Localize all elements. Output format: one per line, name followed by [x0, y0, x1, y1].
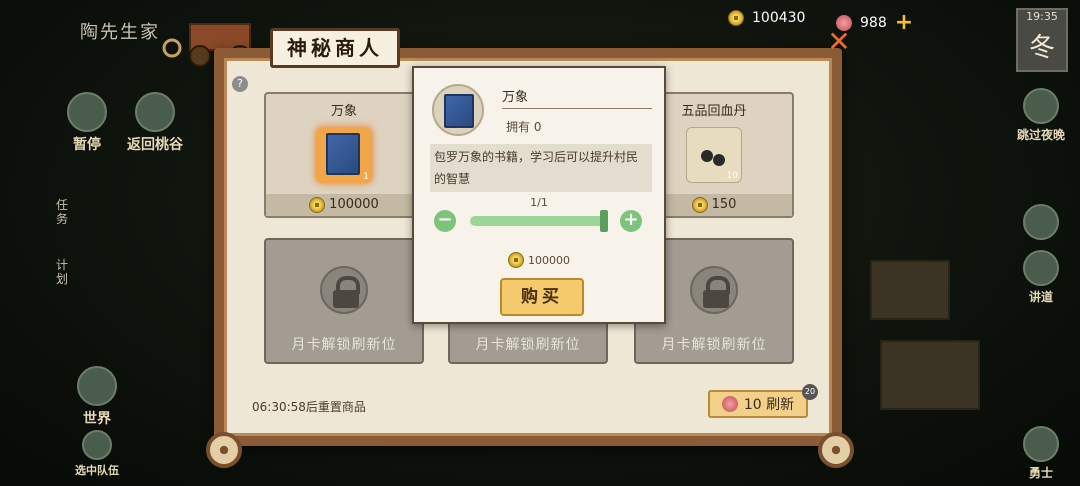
player-name: 陶先生家 — [80, 22, 160, 43]
divider — [502, 108, 652, 109]
increase-button[interactable]: + — [620, 210, 642, 232]
lock-icon — [320, 266, 368, 314]
valley-icon — [135, 92, 175, 132]
item-title: 万象 — [502, 90, 529, 105]
coin-counter: 100430 — [728, 10, 805, 26]
refresh-button[interactable]: 10 刷新 — [708, 390, 808, 418]
quantity-slider[interactable] — [470, 216, 606, 226]
close-button[interactable]: ✕ — [826, 28, 852, 56]
book-icon — [444, 94, 474, 128]
season-label: 冬 — [1028, 33, 1055, 63]
gem-icon — [721, 396, 738, 412]
warrior-button[interactable]: 勇士 — [1006, 426, 1076, 481]
select-team-button[interactable]: 选中队伍 — [62, 430, 132, 478]
refresh-count-badge: 20 — [802, 384, 818, 400]
coin-icon — [508, 252, 524, 268]
warrior-icon — [1023, 426, 1059, 462]
cart-wheel-icon — [818, 432, 854, 468]
flower-button[interactable] — [1006, 204, 1076, 242]
book-icon: 1 — [316, 127, 372, 183]
buy-button[interactable]: 购买 — [500, 278, 584, 316]
lock-icon — [690, 266, 738, 314]
shop-slot-wanxiang[interactable]: 万象 1 100000 — [264, 92, 424, 218]
total-cost: 100000 — [414, 252, 664, 268]
preach-button[interactable]: 讲道 — [1006, 250, 1076, 305]
owned-count: 拥有 0 — [506, 120, 542, 134]
tab-tasks[interactable]: 任务 — [56, 198, 70, 226]
moon-icon — [1023, 88, 1059, 124]
item-detail-popup: 万象 拥有 0 包罗万象的书籍，学习后可以提升村民的智慧 1/1 − + 100… — [412, 66, 666, 324]
slot-item-name: 万象 — [330, 104, 357, 119]
pause-icon — [67, 92, 107, 132]
decrease-button[interactable]: − — [434, 210, 456, 232]
return-valley-button[interactable]: 返回桃谷 — [120, 92, 190, 154]
world-button[interactable]: 世界 — [62, 366, 132, 428]
shop-title: 神秘商人 — [270, 28, 400, 68]
background-building — [870, 260, 950, 320]
item-description: 包罗万象的书籍，学习后可以提升村民的智慧 — [430, 144, 652, 192]
bell-icon — [1023, 250, 1059, 286]
season-clock: 19:35 冬 — [1016, 8, 1068, 72]
pause-button[interactable]: 暂停 — [52, 92, 122, 154]
locked-slot[interactable]: 月卡解锁刷新位 — [264, 238, 424, 364]
help-button[interactable]: ? — [232, 76, 248, 92]
pill-icon: 10 — [686, 127, 742, 183]
add-gems-button[interactable]: + — [895, 10, 913, 35]
world-icon — [77, 366, 117, 406]
slider-handle[interactable] — [600, 210, 608, 232]
team-icon — [82, 430, 112, 460]
coin-icon — [309, 197, 326, 213]
coin-icon — [691, 197, 708, 213]
tab-plans[interactable]: 计划 — [56, 258, 70, 286]
background-building — [880, 340, 980, 410]
clock-time: 19:35 — [1026, 10, 1058, 23]
cart-wheel-icon — [206, 432, 242, 468]
skip-night-button[interactable]: 跳过夜晚 — [1006, 88, 1076, 143]
flower-icon — [1023, 204, 1059, 240]
coin-icon — [728, 10, 744, 26]
reset-timer: 06:30:58后重置商品 — [252, 400, 366, 414]
slot-price: 100000 — [266, 194, 422, 216]
quantity-counter: 1/1 — [530, 196, 548, 209]
item-icon-frame — [432, 84, 484, 136]
